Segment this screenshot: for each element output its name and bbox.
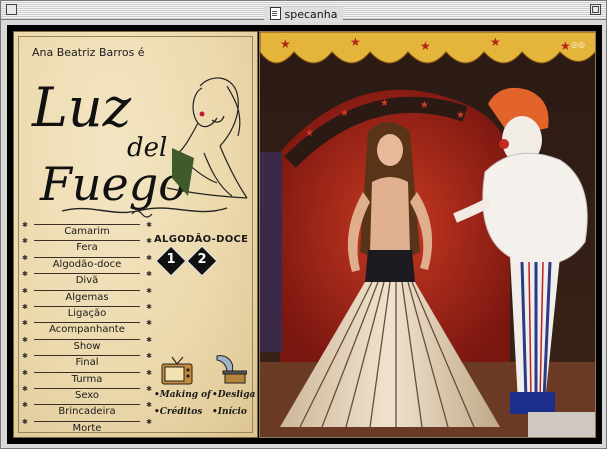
svg-text:★: ★ — [350, 35, 361, 49]
tv-icon[interactable] — [160, 355, 194, 387]
menu-item-sexo[interactable]: Sexo — [22, 382, 152, 406]
section-title: ALGODÃO-DOCE — [154, 234, 249, 245]
menu-item-fera[interactable]: Fera — [22, 234, 152, 258]
logo-line-3: Fuego — [39, 157, 186, 211]
circus-photo: ★ ★ ★ ★ ★ ★ ★ ★ ★ ★ ◎◎ — [259, 31, 596, 438]
window-title: specanha — [284, 8, 338, 21]
doc-icon — [269, 7, 281, 20]
title-wrap: specanha — [1, 3, 606, 22]
left-panel: Ana Beatriz Barros é Luz del Fuego ✱ Cam… — [13, 31, 258, 438]
app-window: specanha Ana Beatriz Barros é Luz del Fu… — [0, 0, 607, 449]
menu-item-morte[interactable]: Morte — [22, 415, 152, 437]
menu-item-show[interactable]: Show — [22, 333, 152, 357]
svg-text:★: ★ — [280, 37, 291, 51]
inicio-link[interactable]: •Início — [212, 407, 247, 417]
menu-item-final[interactable]: Final — [22, 349, 152, 373]
svg-text:★: ★ — [305, 128, 314, 139]
svg-text:★: ★ — [456, 110, 465, 121]
zoom-box-icon[interactable] — [590, 4, 601, 15]
logo-line-1: Luz — [31, 76, 132, 139]
making-of-link[interactable]: •Making of — [154, 390, 211, 400]
svg-text:★: ★ — [340, 108, 349, 119]
menu-item-ligacao[interactable]: Ligação — [22, 300, 152, 324]
clown-ruffle-costume — [482, 152, 588, 265]
page-1-button[interactable]: 1 — [155, 245, 187, 277]
gramophone-icon[interactable] — [213, 352, 247, 386]
svg-text:★: ★ — [490, 35, 501, 49]
menu-item-diva[interactable]: Divã — [22, 267, 152, 291]
svg-text:★: ★ — [420, 100, 429, 111]
svg-text:★: ★ — [380, 98, 389, 109]
chapter-menu: Camarim Fera Algodão-doce Divã Algemas L… — [22, 218, 152, 437]
svg-text:★: ★ — [420, 39, 431, 53]
page-2-button[interactable]: 2 — [186, 245, 218, 277]
photo-illustration: ★ ★ ★ ★ ★ ★ ★ ★ ★ ★ — [260, 32, 595, 437]
page-2-label: 2 — [197, 252, 207, 267]
svg-text:★: ★ — [560, 39, 571, 53]
menu-item-turma[interactable]: Turma — [22, 365, 152, 389]
publisher-logo-icon: ◎◎ — [571, 40, 585, 49]
desliga-link[interactable]: •Desliga — [212, 390, 255, 400]
window-title-box: specanha — [263, 7, 344, 22]
page-1-label: 1 — [166, 252, 176, 267]
menu-item-algodao-doce[interactable]: Algodão-doce — [22, 251, 152, 275]
creditos-link[interactable]: •Créditos — [154, 407, 202, 417]
menu-item-acompanhante[interactable]: Acompanhante — [22, 316, 152, 340]
title-bar[interactable]: specanha — [1, 1, 606, 22]
menu-item-algemas[interactable]: Algemas — [22, 283, 152, 307]
content-frame: Ana Beatriz Barros é Luz del Fuego ✱ Cam… — [7, 25, 602, 444]
menu-item-brincadeira[interactable]: Brincadeira — [22, 398, 152, 422]
luz-del-fuego-logo: Luz del Fuego — [31, 76, 248, 218]
lips-mark — [199, 111, 205, 117]
menu-item-camarim[interactable]: Camarim — [22, 218, 152, 242]
